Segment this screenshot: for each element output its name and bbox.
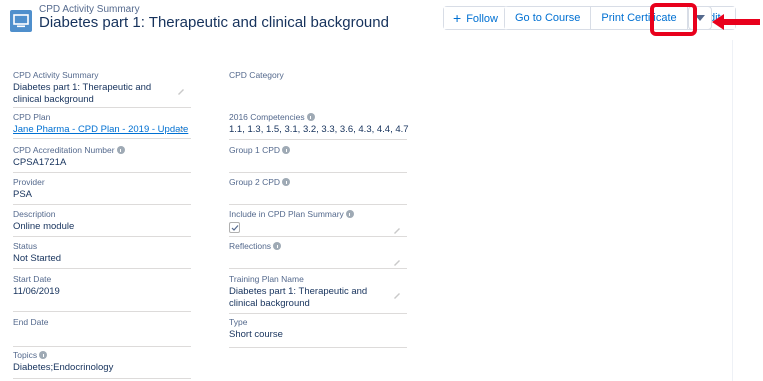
print-certificate-button[interactable]: Print Certificate: [591, 7, 688, 29]
field-group-1-cpd: Group 1 CPD: [229, 145, 407, 173]
field-description: Description Online module: [13, 209, 191, 237]
info-icon[interactable]: [39, 351, 48, 359]
pencil-icon[interactable]: [177, 87, 185, 95]
field-status: Status Not Started: [13, 241, 191, 269]
field-start-date: Start Date 11/06/2019: [13, 274, 191, 312]
monitor-icon: [13, 14, 29, 28]
include-checkbox[interactable]: [229, 222, 240, 233]
field-cpd-accreditation-number: CPD Accreditation Number CPSA1721A: [13, 145, 191, 173]
more-actions-dropdown[interactable]: [688, 6, 712, 30]
pencil-icon[interactable]: [393, 258, 401, 266]
plus-icon: +: [453, 10, 462, 26]
info-icon[interactable]: [273, 242, 282, 250]
go-to-course-button[interactable]: Go to Course: [505, 7, 592, 29]
field-label: 2016 Competencies: [229, 112, 407, 123]
field-label: Group 1 CPD: [229, 145, 407, 156]
info-icon[interactable]: [345, 210, 354, 218]
field-label: Include in CPD Plan Summary: [229, 209, 407, 220]
field-reflections: Reflections: [229, 241, 407, 269]
field-label: Group 2 CPD: [229, 177, 407, 188]
field-cpd-activity-summary: CPD Activity Summary Diabetes part 1: Th…: [13, 70, 191, 108]
panel-divider: [732, 40, 733, 381]
field-label: Start Date: [13, 274, 52, 284]
field-value: Diabetes;Endocrinology: [13, 362, 114, 373]
field-label: Training Plan Name: [229, 274, 304, 284]
info-icon[interactable]: [282, 178, 291, 186]
field-2016-competencies: 2016 Competencies 1.1, 1.3, 1.5, 3.1, 3.…: [229, 112, 409, 140]
field-value: 1.1, 1.3, 1.5, 3.1, 3.2, 3.3, 3.6, 4.3, …: [229, 124, 409, 135]
field-include-in-cpd-plan-summary: Include in CPD Plan Summary: [229, 209, 407, 237]
field-label: CPD Accreditation Number: [13, 145, 191, 156]
caret-down-icon: [695, 15, 705, 21]
field-label: CPD Category: [229, 70, 284, 80]
field-value: Online module: [13, 221, 75, 232]
field-value: CPSA1721A: [13, 157, 67, 168]
field-cpd-category: CPD Category: [229, 70, 407, 108]
field-label: Provider: [13, 177, 45, 187]
field-label: Status: [13, 241, 38, 251]
record-type-icon: [10, 10, 32, 32]
field-value: Short course: [229, 329, 283, 340]
info-icon[interactable]: [282, 146, 291, 154]
field-label: Reflections: [229, 241, 407, 252]
field-value: Not Started: [13, 253, 62, 264]
left-arrow-icon: [712, 14, 760, 30]
field-value: Diabetes part 1: Therapeutic and clinica…: [13, 82, 152, 105]
pencil-icon[interactable]: [393, 226, 401, 234]
field-topics: Topics Diabetes;Endocrinology: [13, 350, 191, 379]
field-end-date: End Date: [13, 317, 191, 347]
record-title: Diabetes part 1: Therapeutic and clinica…: [39, 14, 389, 31]
field-label: CPD Plan: [13, 112, 51, 122]
follow-button-group: + Follow: [443, 6, 508, 30]
info-icon[interactable]: [116, 146, 125, 154]
field-label: CPD Activity Summary: [13, 70, 99, 80]
pencil-icon[interactable]: [393, 291, 401, 299]
cpd-plan-link[interactable]: Jane Pharma - CPD Plan - 2019 - Update: [13, 124, 191, 136]
field-label: Type: [229, 317, 248, 327]
follow-button[interactable]: + Follow: [444, 7, 507, 29]
checkmark-icon: [231, 225, 239, 231]
field-label: Topics: [13, 350, 191, 361]
field-cpd-plan: CPD Plan Jane Pharma - CPD Plan - 2019 -…: [13, 112, 191, 139]
info-icon[interactable]: [306, 113, 315, 121]
field-group-2-cpd: Group 2 CPD: [229, 177, 407, 205]
field-label: Description: [13, 209, 56, 219]
field-type: Type Short course: [229, 317, 407, 348]
field-training-plan-name: Training Plan Name Diabetes part 1: Ther…: [229, 274, 407, 314]
field-value: Diabetes part 1: Therapeutic and clinica…: [229, 286, 368, 309]
follow-label: Follow: [466, 13, 498, 25]
field-value: 11/06/2019: [13, 286, 60, 297]
field-provider: Provider PSA: [13, 177, 191, 205]
pencil-icon[interactable]: [177, 125, 185, 133]
field-label: End Date: [13, 317, 49, 327]
field-value: PSA: [13, 189, 33, 200]
